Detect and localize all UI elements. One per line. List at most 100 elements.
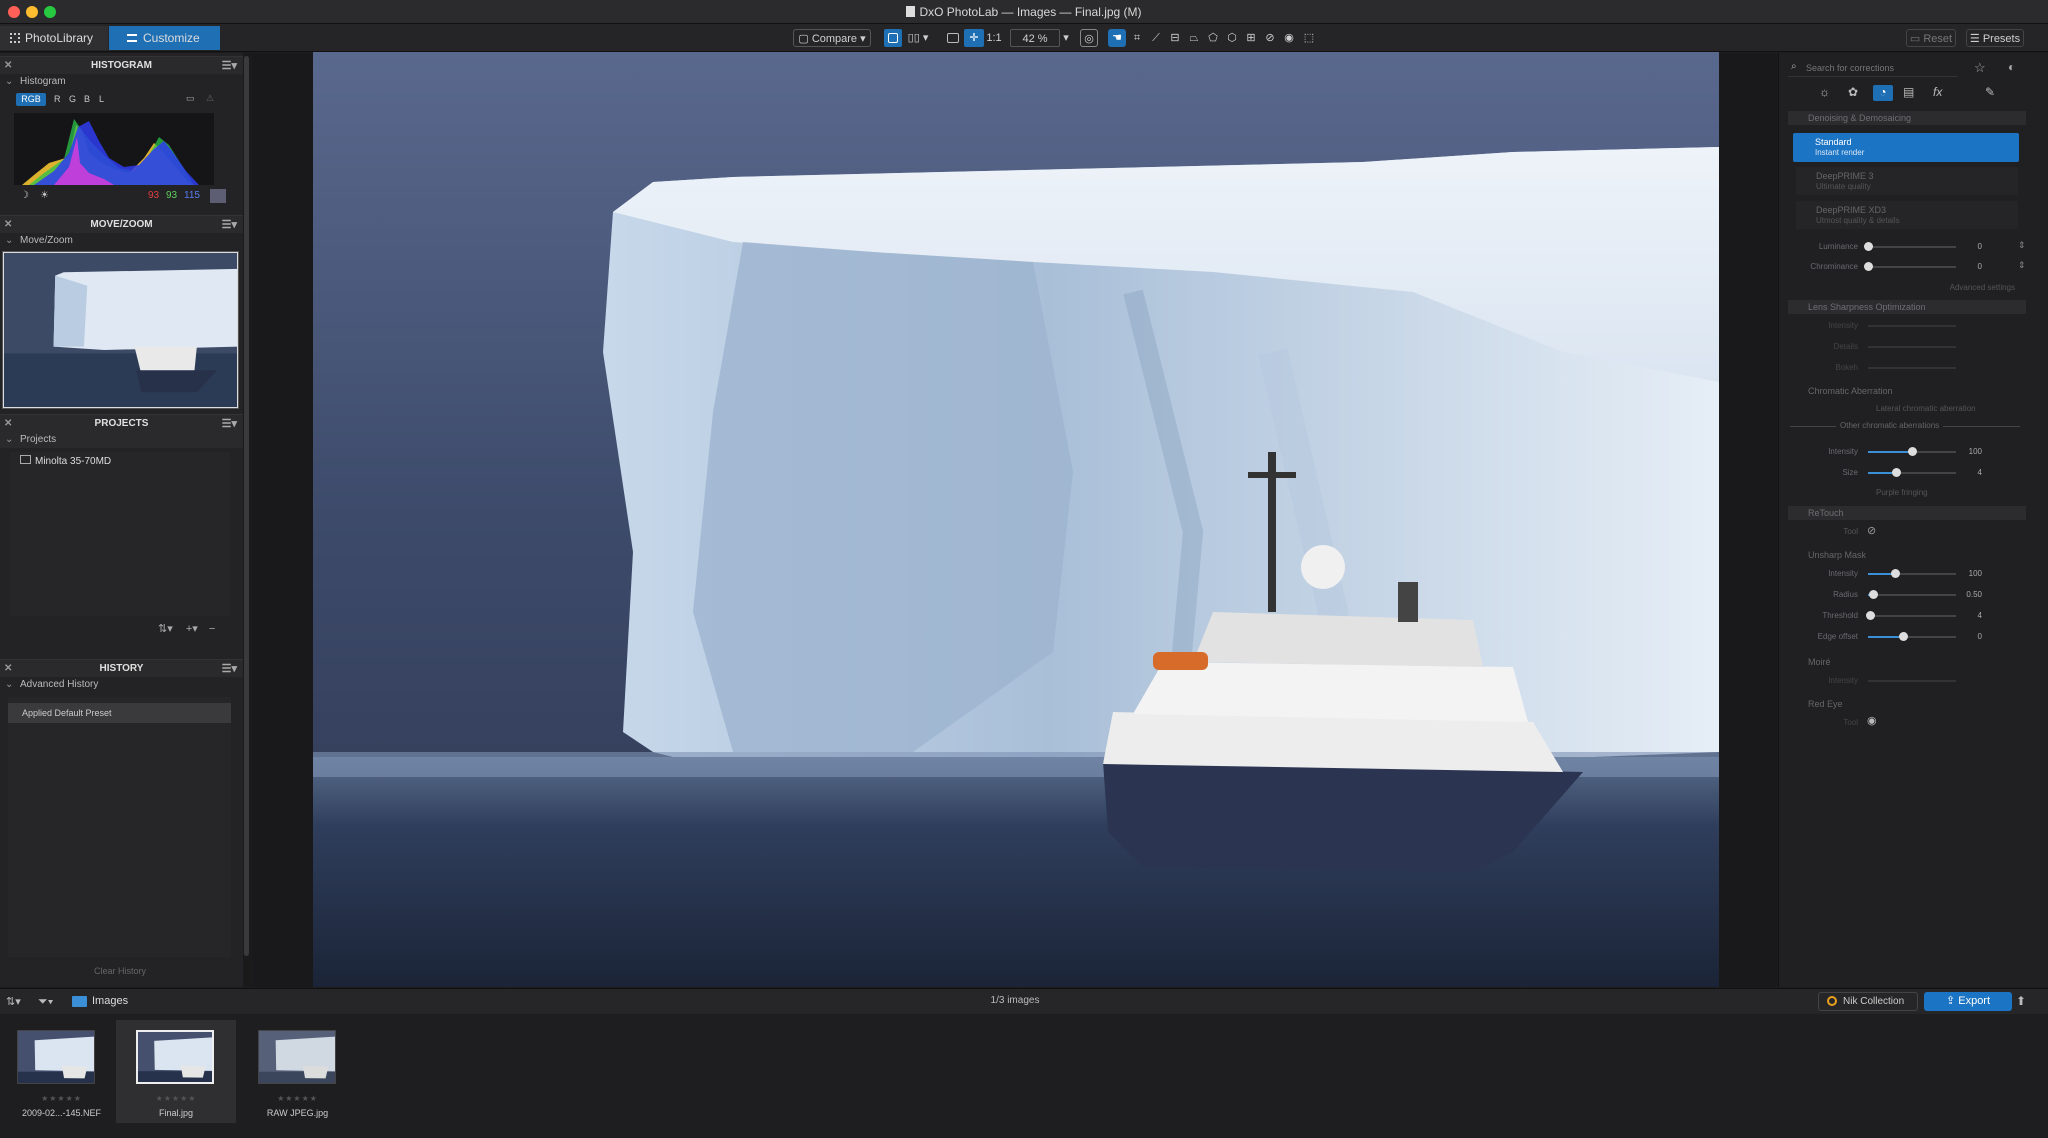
repair-button[interactable]: ⊘ <box>1261 29 1279 47</box>
toggle-icon[interactable]: ◐ <box>2008 60 2015 74</box>
geometry-icon[interactable]: ▤ <box>1903 85 1914 99</box>
close-icon[interactable]: ✕ <box>4 216 12 234</box>
color-icon[interactable]: ✿ <box>1848 85 1858 99</box>
unsharp-mask-title[interactable]: Unsharp Mask <box>1808 550 1866 560</box>
lens-sharpness-header[interactable]: Lens Sharpness Optimization <box>1788 300 2026 314</box>
project-item[interactable]: Minolta 35-70MD <box>20 455 111 467</box>
add-icon[interactable]: +▾ <box>186 623 198 635</box>
channel-r[interactable]: R <box>54 94 61 104</box>
export-button[interactable]: ⇪ Export <box>1924 992 2012 1011</box>
zoom-select[interactable]: 42 % <box>1010 29 1060 47</box>
thumbnail-1[interactable]: ★★★★★ 2009-02...-145.NEF <box>4 1020 119 1123</box>
um-radius-slider[interactable] <box>1868 594 1956 596</box>
movezoom-header[interactable]: ✕ MOVE/ZOOM ☰▾ <box>0 215 243 233</box>
perspective-rect-button[interactable]: ⬠ <box>1204 29 1222 47</box>
channel-b[interactable]: B <box>84 94 90 104</box>
zoom-frame[interactable] <box>3 252 238 408</box>
chrominance-knob[interactable] <box>1864 262 1873 271</box>
panel-menu-icon[interactable]: ☰▾ <box>222 660 237 678</box>
panel-menu-icon[interactable]: ☰▾ <box>222 415 237 433</box>
eye-icon[interactable]: ◉ <box>1867 714 1877 727</box>
nik-collection-button[interactable]: Nik Collection <box>1818 992 1918 1011</box>
lso-details-slider[interactable] <box>1868 346 1956 348</box>
history-item[interactable]: Applied Default Preset <box>8 703 231 723</box>
close-icon[interactable]: ✕ <box>4 57 12 75</box>
purple-fringing-checkbox[interactable]: Purple fringing <box>1876 488 1928 497</box>
ca-lateral-checkbox[interactable]: Lateral chromatic aberration <box>1876 404 1976 413</box>
filter-icon[interactable]: ⏷▾ <box>38 994 53 1009</box>
detail-icon[interactable]: ◔ <box>1873 85 1893 101</box>
panel-menu-icon[interactable]: ☰▾ <box>222 216 237 234</box>
sort-icon[interactable]: ⇅▾ <box>158 623 173 635</box>
movezoom-subheader[interactable]: ⌄ Move/Zoom <box>0 233 243 249</box>
redeye-title[interactable]: Red Eye <box>1808 699 1843 709</box>
histogram-subheader[interactable]: ⌄ Histogram <box>0 74 243 90</box>
local-adjustments-icon[interactable]: ✎ <box>1985 85 1995 99</box>
projects-subheader[interactable]: ⌄ Projects <box>0 432 243 448</box>
share-icon[interactable]: ⬆ <box>2016 994 2026 1008</box>
projects-header[interactable]: ✕ PROJECTS ☰▾ <box>0 414 243 432</box>
channel-l[interactable]: L <box>99 94 104 104</box>
ca-intensity-value[interactable]: 100 <box>1958 447 1982 456</box>
zoom-dropdown[interactable]: ▾ <box>1060 29 1072 47</box>
hand-tool-button[interactable]: ☚ <box>1108 29 1126 47</box>
single-view-button[interactable] <box>884 29 902 47</box>
chrominance-value[interactable]: 0 <box>1958 262 1982 271</box>
movezoom-preview[interactable] <box>2 251 239 409</box>
warning-icon[interactable]: ⚠ <box>206 93 214 104</box>
moire-title[interactable]: Moiré <box>1808 657 1831 667</box>
ca-size-value[interactable]: 4 <box>1958 468 1982 477</box>
mode-deepprime3[interactable]: DeepPRIME 3 Ultimate quality <box>1796 167 2018 195</box>
main-photo[interactable] <box>313 52 1719 987</box>
remove-icon[interactable]: − <box>209 623 215 635</box>
chrominance-slider[interactable] <box>1868 266 1956 268</box>
sun-icon[interactable]: ☀ <box>40 190 49 201</box>
perspective-button[interactable]: ⏢ <box>1185 29 1203 47</box>
bandage-icon[interactable]: ⊘ <box>1867 524 1876 537</box>
rating-stars[interactable]: ★★★★★ <box>240 1094 355 1103</box>
rating-stars[interactable]: ★★★★★ <box>116 1094 236 1103</box>
redeye-button[interactable]: ◉ <box>1280 29 1298 47</box>
auto-correct-button[interactable]: ◎ <box>1080 29 1098 47</box>
moire-intensity-slider[interactable] <box>1868 680 1956 682</box>
histogram-header[interactable]: ✕ HISTOGRAM ☰▾ <box>0 56 243 74</box>
um-edge-value[interactable]: 0 <box>1958 632 1982 641</box>
star-icon[interactable]: ☆ <box>1974 60 1986 76</box>
luminance-knob[interactable] <box>1864 242 1873 251</box>
compare-button[interactable]: ▢ Compare ▾ <box>793 29 871 47</box>
fit-button[interactable] <box>944 29 962 47</box>
reset-button[interactable]: ▭ Reset <box>1906 29 1956 47</box>
denoising-header[interactable]: Denoising & Demosaicing <box>1788 111 2026 125</box>
sort-icon[interactable]: ⇅▾ <box>6 995 21 1008</box>
rating-stars[interactable]: ★★★★★ <box>4 1094 119 1103</box>
correction-search[interactable]: ⌕ <box>1788 59 1958 77</box>
ca-intensity-knob[interactable] <box>1908 447 1917 456</box>
left-panel-scroll-thumb[interactable] <box>244 56 249 956</box>
crop-button[interactable]: ⌗ <box>1128 29 1146 47</box>
light-icon[interactable]: ☼ <box>1819 85 1830 99</box>
channel-rgb[interactable]: RGB <box>16 93 46 106</box>
move-tool-button[interactable]: ✛ <box>964 29 984 47</box>
thumbnail-2-selected[interactable]: ★★★★★ Final.jpg <box>116 1020 236 1123</box>
retouch-header[interactable]: ReTouch <box>1788 506 2026 520</box>
history-header[interactable]: ✕ HISTORY ☰▾ <box>0 659 243 677</box>
mode-deepprimexd3[interactable]: DeepPRIME XD3 Utmost quality & details <box>1796 201 2018 229</box>
um-intensity-value[interactable]: 100 <box>1958 569 1982 578</box>
um-threshold-knob[interactable] <box>1865 611 1875 620</box>
um-radius-value[interactable]: 0.50 <box>1958 590 1982 599</box>
layout-button[interactable]: ▯▯ ▾ <box>903 29 933 47</box>
horizon-button[interactable]: ⊟ <box>1166 29 1184 47</box>
lso-intensity-slider[interactable] <box>1868 325 1956 327</box>
luminance-value[interactable]: 0 <box>1958 242 1982 251</box>
effects-icon[interactable]: fx <box>1933 85 1942 99</box>
history-subheader[interactable]: ⌄ Advanced History <box>0 677 243 693</box>
thumbnail-3[interactable]: ★★★★★ RAW JPEG.jpg <box>240 1020 355 1123</box>
close-icon[interactable]: ✕ <box>4 415 12 433</box>
stepper-icon[interactable]: ⇕ <box>2018 240 2026 251</box>
search-input[interactable] <box>1806 60 1954 76</box>
pipette-button[interactable]: ⟋ <box>1147 29 1165 47</box>
grid-tool-button[interactable]: ⊞ <box>1242 29 1260 47</box>
panel-menu-icon[interactable]: ☰▾ <box>222 57 237 75</box>
ratio-button[interactable]: 1:1 <box>985 29 1003 47</box>
chromatic-aberration-title[interactable]: Chromatic Aberration <box>1808 386 1893 396</box>
